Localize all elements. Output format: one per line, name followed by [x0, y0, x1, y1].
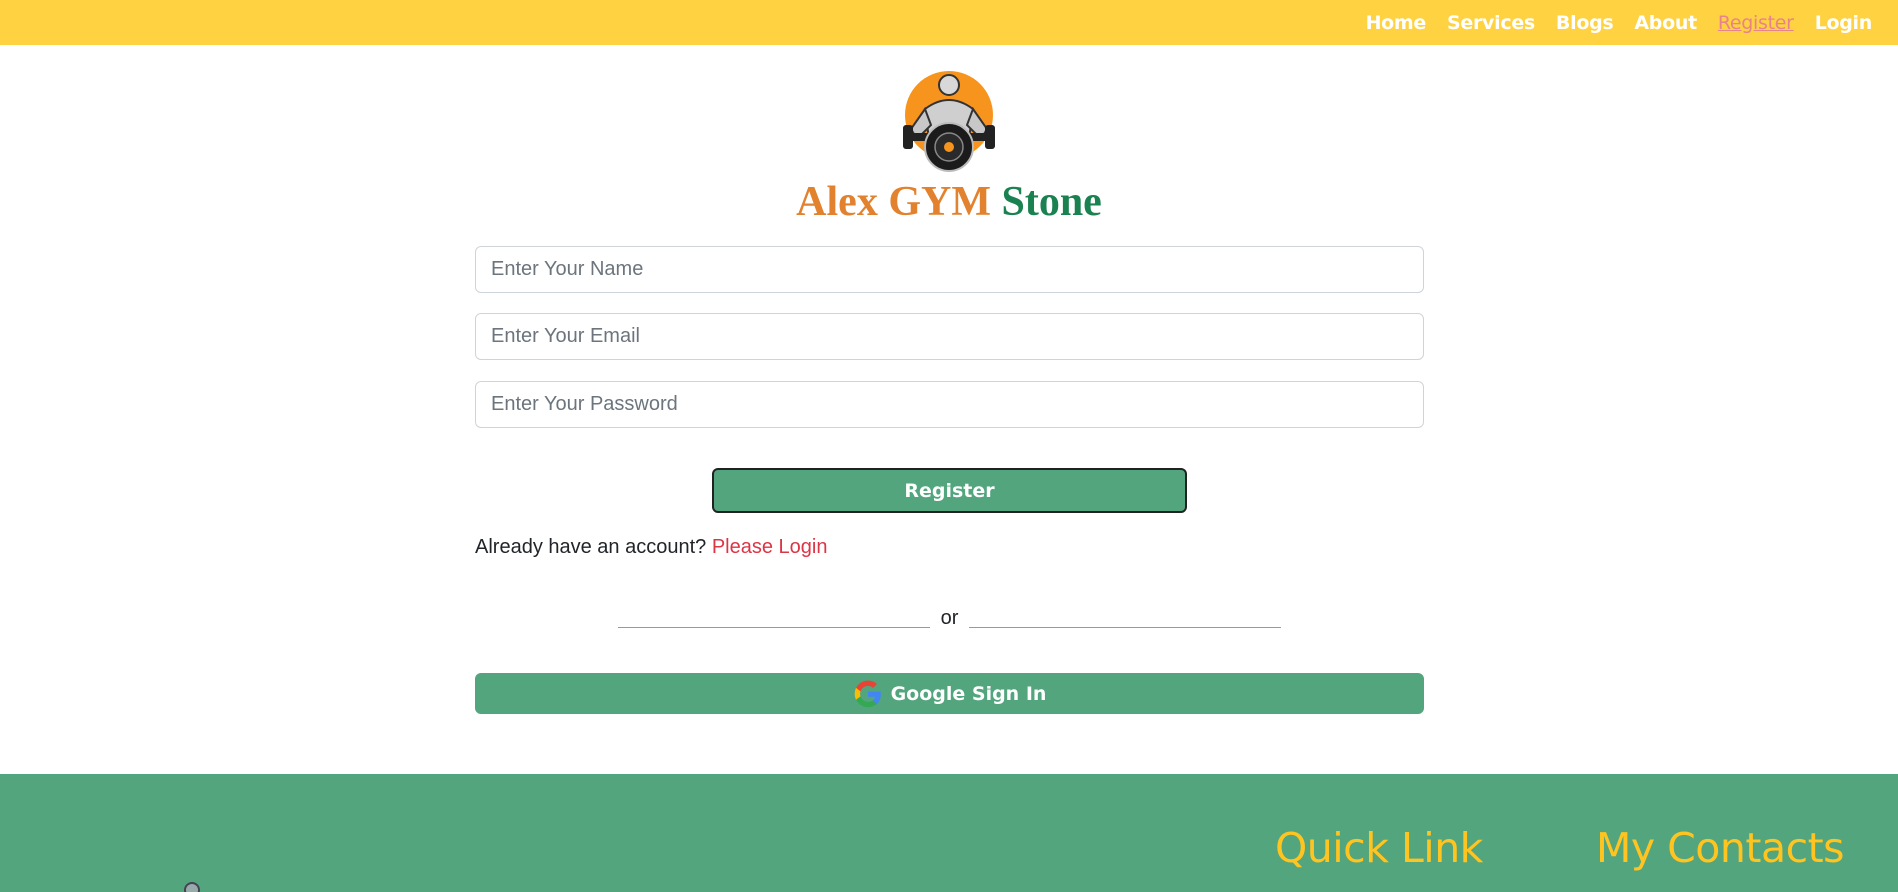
footer: Quick Link My Contacts — [0, 774, 1898, 892]
login-prompt: Already have an account? Please Login — [475, 536, 828, 559]
divider-line-left — [618, 627, 930, 628]
divider-or-text: or — [940, 607, 959, 629]
register-button[interactable]: Register — [712, 468, 1187, 513]
divider-line-right — [969, 627, 1281, 628]
name-input[interactable] — [475, 246, 1424, 293]
top-navbar: Home Services Blogs About Register Login — [0, 0, 1898, 45]
brand-part2: Stone — [1001, 179, 1102, 225]
nav-links: Home Services Blogs About Register Login — [1366, 0, 1873, 45]
google-sign-in-label: Google Sign In — [890, 682, 1047, 705]
nav-blogs-link[interactable]: Blogs — [1556, 12, 1614, 34]
my-contacts-heading: My Contacts — [1596, 824, 1845, 872]
nav-services-link[interactable]: Services — [1447, 12, 1535, 34]
google-icon — [853, 679, 883, 709]
nav-login-link[interactable]: Login — [1815, 12, 1873, 34]
please-login-link[interactable]: Please Login — [712, 536, 828, 558]
nav-register-link[interactable]: Register — [1718, 12, 1794, 34]
google-sign-in-button[interactable]: Google Sign In — [475, 673, 1424, 714]
quick-link-heading: Quick Link — [1275, 824, 1483, 872]
brand-part1: Alex GYM — [796, 179, 991, 225]
login-prompt-text: Already have an account? — [475, 536, 707, 558]
nav-home-link[interactable]: Home — [1366, 12, 1427, 34]
brand-title: Alex GYM Stone — [0, 178, 1898, 226]
footer-logo-icon — [184, 882, 200, 892]
password-input[interactable] — [475, 381, 1424, 428]
email-input[interactable] — [475, 313, 1424, 360]
nav-about-link[interactable]: About — [1634, 12, 1697, 34]
bodybuilder-logo-icon — [903, 69, 995, 173]
